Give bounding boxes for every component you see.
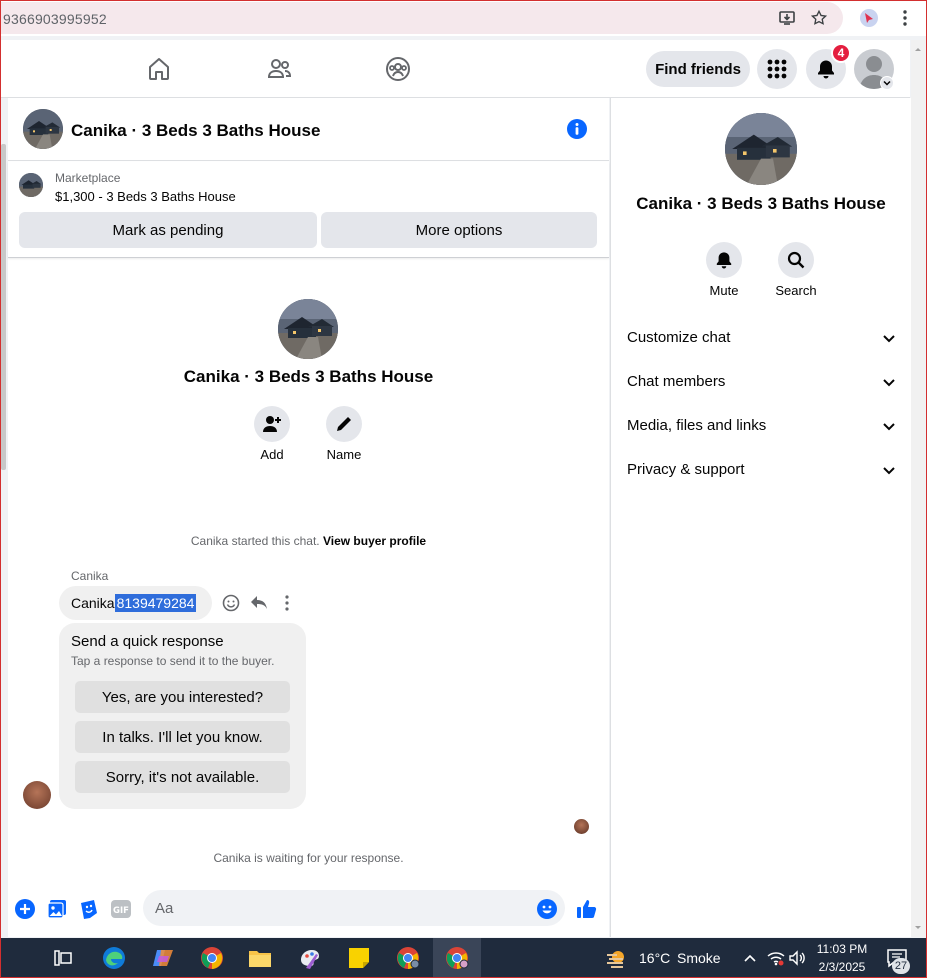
friends-icon[interactable] xyxy=(264,54,294,84)
reply-icon[interactable] xyxy=(249,593,269,613)
emoji-icon[interactable] xyxy=(536,898,558,920)
notification-badge: 4 xyxy=(831,43,851,63)
quick-response-interested[interactable]: Yes, are you interested? xyxy=(75,681,290,713)
chevron-down-icon xyxy=(883,423,895,431)
info-avatar[interactable] xyxy=(725,113,797,185)
chat-title: Canika · 3 Beds 3 Baths House xyxy=(71,121,321,140)
clock-date[interactable]: 2/3/2025 xyxy=(812,960,872,974)
name-button[interactable] xyxy=(326,406,362,442)
browser-address-bar: 9366903995952 xyxy=(0,0,927,36)
task-view-icon[interactable] xyxy=(48,944,78,972)
find-friends-button[interactable]: Find friends xyxy=(646,51,750,87)
message-more-icon[interactable] xyxy=(277,593,297,613)
chevron-down-icon xyxy=(883,335,895,343)
mute-label: Mute xyxy=(709,283,739,298)
more-options-button[interactable]: More options xyxy=(321,212,597,248)
gif-icon[interactable]: GIF xyxy=(110,898,132,920)
name-label: Name xyxy=(326,447,362,462)
weather-smoke-icon[interactable] xyxy=(603,944,633,972)
seen-receipt-avatar xyxy=(574,819,589,834)
bell-icon xyxy=(716,252,732,269)
chevron-down-icon xyxy=(883,379,895,387)
message-input[interactable] xyxy=(143,890,565,926)
plus-icon[interactable] xyxy=(14,898,36,920)
chrome-active-icon[interactable] xyxy=(442,944,472,972)
group-avatar[interactable] xyxy=(278,299,338,359)
facebook-top-nav: Find friends 4 xyxy=(0,40,910,98)
notification-center-badge: 27 xyxy=(892,958,910,974)
section-media-files-links[interactable]: Media, files and links xyxy=(627,404,897,448)
left-scroll-strip xyxy=(0,98,8,937)
sticky-notes-icon[interactable] xyxy=(344,944,374,972)
url-field[interactable]: 9366903995952 xyxy=(0,2,843,34)
bell-icon xyxy=(818,60,834,79)
pencil-icon xyxy=(337,417,351,431)
marketplace-label: Marketplace xyxy=(55,171,121,185)
sender-name: Canika xyxy=(71,569,109,583)
marketplace-banner: Marketplace $1,300 - 3 Beds 3 Baths Hous… xyxy=(8,162,609,258)
quick-response-card: Send a quick response Tap a response to … xyxy=(59,623,306,809)
url-text: 9366903995952 xyxy=(3,11,107,27)
chrome-profile-icon[interactable] xyxy=(393,944,423,972)
volume-icon[interactable] xyxy=(782,944,812,972)
quick-response-subtitle: Tap a response to send it to the buyer. xyxy=(71,654,275,668)
section-customize-chat[interactable]: Customize chat xyxy=(627,316,897,360)
account-chevron-icon[interactable] xyxy=(880,76,894,90)
search-button[interactable] xyxy=(778,242,814,278)
view-buyer-profile-link[interactable]: View buyer profile xyxy=(323,534,426,548)
message-phone-highlight: 8139479284 xyxy=(114,594,197,612)
page-scrollbar[interactable] xyxy=(911,40,925,937)
add-person-button[interactable] xyxy=(254,406,290,442)
section-chat-members[interactable]: Chat members xyxy=(627,360,897,404)
mark-as-pending-button[interactable]: Mark as pending xyxy=(19,212,317,248)
buyer-avatar[interactable] xyxy=(23,781,51,809)
copilot-icon[interactable] xyxy=(148,944,178,972)
weather-description[interactable]: Smoke xyxy=(677,950,721,966)
group-title: Canika · 3 Beds 3 Baths House xyxy=(183,367,434,386)
file-explorer-icon[interactable] xyxy=(245,944,275,972)
message-prefix: Canika xyxy=(71,595,115,611)
menu-grid-button[interactable] xyxy=(757,49,797,89)
thumbs-up-icon[interactable] xyxy=(576,898,598,920)
chevron-down-icon xyxy=(883,467,895,475)
install-app-icon[interactable] xyxy=(777,8,797,28)
section-privacy-support[interactable]: Privacy & support xyxy=(627,448,897,492)
info-title: Canika · 3 Beds 3 Baths House xyxy=(636,194,886,213)
groups-icon[interactable] xyxy=(383,54,413,84)
quick-response-not-available[interactable]: Sorry, it's not available. xyxy=(75,761,290,793)
listing-title[interactable]: $1,300 - 3 Beds 3 Baths House xyxy=(55,189,236,204)
photo-icon[interactable] xyxy=(46,898,68,920)
chat-avatar[interactable] xyxy=(23,109,63,149)
browser-menu-icon[interactable] xyxy=(895,8,915,28)
chat-pane: Canika · 3 Beds 3 Baths House Marketplac… xyxy=(8,98,609,937)
extension-icon[interactable] xyxy=(859,8,879,28)
weather-temperature[interactable]: 16°C xyxy=(639,950,670,966)
clock-time[interactable]: 11:03 PM xyxy=(812,942,872,956)
svg-text:GIF: GIF xyxy=(113,906,129,916)
chat-header: Canika · 3 Beds 3 Baths House xyxy=(8,98,609,161)
grid-icon xyxy=(767,59,787,79)
windows-taskbar: 16°C Smoke 11:03 PM 2/3/2025 27 xyxy=(0,938,927,978)
info-icon[interactable] xyxy=(566,118,588,140)
message-bubble[interactable]: Canika 8139479284 xyxy=(59,586,212,620)
sticker-icon[interactable] xyxy=(78,898,100,920)
waiting-notice: Canika is waiting for your response. xyxy=(213,851,404,865)
search-icon xyxy=(787,251,805,269)
chat-started-notice: Canika started this chat. View buyer pro… xyxy=(190,534,427,548)
chrome-icon[interactable] xyxy=(197,944,227,972)
quick-response-in-talks[interactable]: In talks. I'll let you know. xyxy=(75,721,290,753)
react-emoji-icon[interactable] xyxy=(221,593,241,613)
mute-button[interactable] xyxy=(706,242,742,278)
search-label: Search xyxy=(775,283,817,298)
paint-app-icon[interactable] xyxy=(295,944,325,972)
home-icon[interactable] xyxy=(144,54,174,84)
message-composer: GIF xyxy=(8,886,609,930)
bookmark-star-icon[interactable] xyxy=(809,8,829,28)
listing-thumbnail[interactable] xyxy=(19,173,43,197)
quick-response-title: Send a quick response xyxy=(71,633,224,650)
add-person-icon xyxy=(263,416,281,432)
chat-info-pane: Canika · 3 Beds 3 Baths House Mute Searc… xyxy=(610,98,911,937)
edge-browser-icon[interactable] xyxy=(99,944,129,972)
add-label: Add xyxy=(260,447,284,462)
